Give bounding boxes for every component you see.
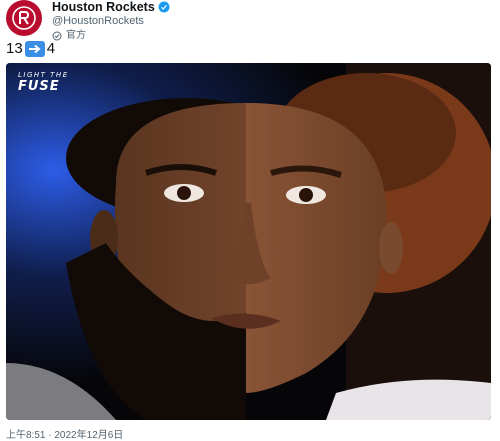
affiliation-text: 官方: [66, 30, 86, 41]
overlay-line1: LIGHT THE: [18, 71, 69, 79]
tweet-text-before: 13: [6, 40, 23, 57]
verified-badge-icon[interactable]: [158, 1, 170, 13]
tweet-media-image[interactable]: LIGHT THE FUSE: [6, 63, 491, 420]
tweet-timestamp[interactable]: 上午8:51 · 2022年12月6日: [6, 426, 123, 441]
account-avatar[interactable]: [6, 0, 42, 36]
player-split-face-image: LIGHT THE FUSE: [6, 63, 491, 420]
tweet-text: 13 4: [6, 40, 55, 57]
right-arrow-emoji-icon: [24, 40, 45, 57]
overlay-line2: FUSE: [18, 79, 60, 94]
tweet-header: Houston Rockets @HoustonRockets 官方: [6, 0, 170, 41]
rockets-logo-icon: [12, 6, 36, 30]
affiliation-label[interactable]: 官方: [52, 29, 170, 43]
account-handle[interactable]: @HoustonRockets: [52, 14, 170, 28]
display-name[interactable]: Houston Rockets: [52, 0, 155, 14]
tweet-text-after: 4: [46, 40, 56, 57]
